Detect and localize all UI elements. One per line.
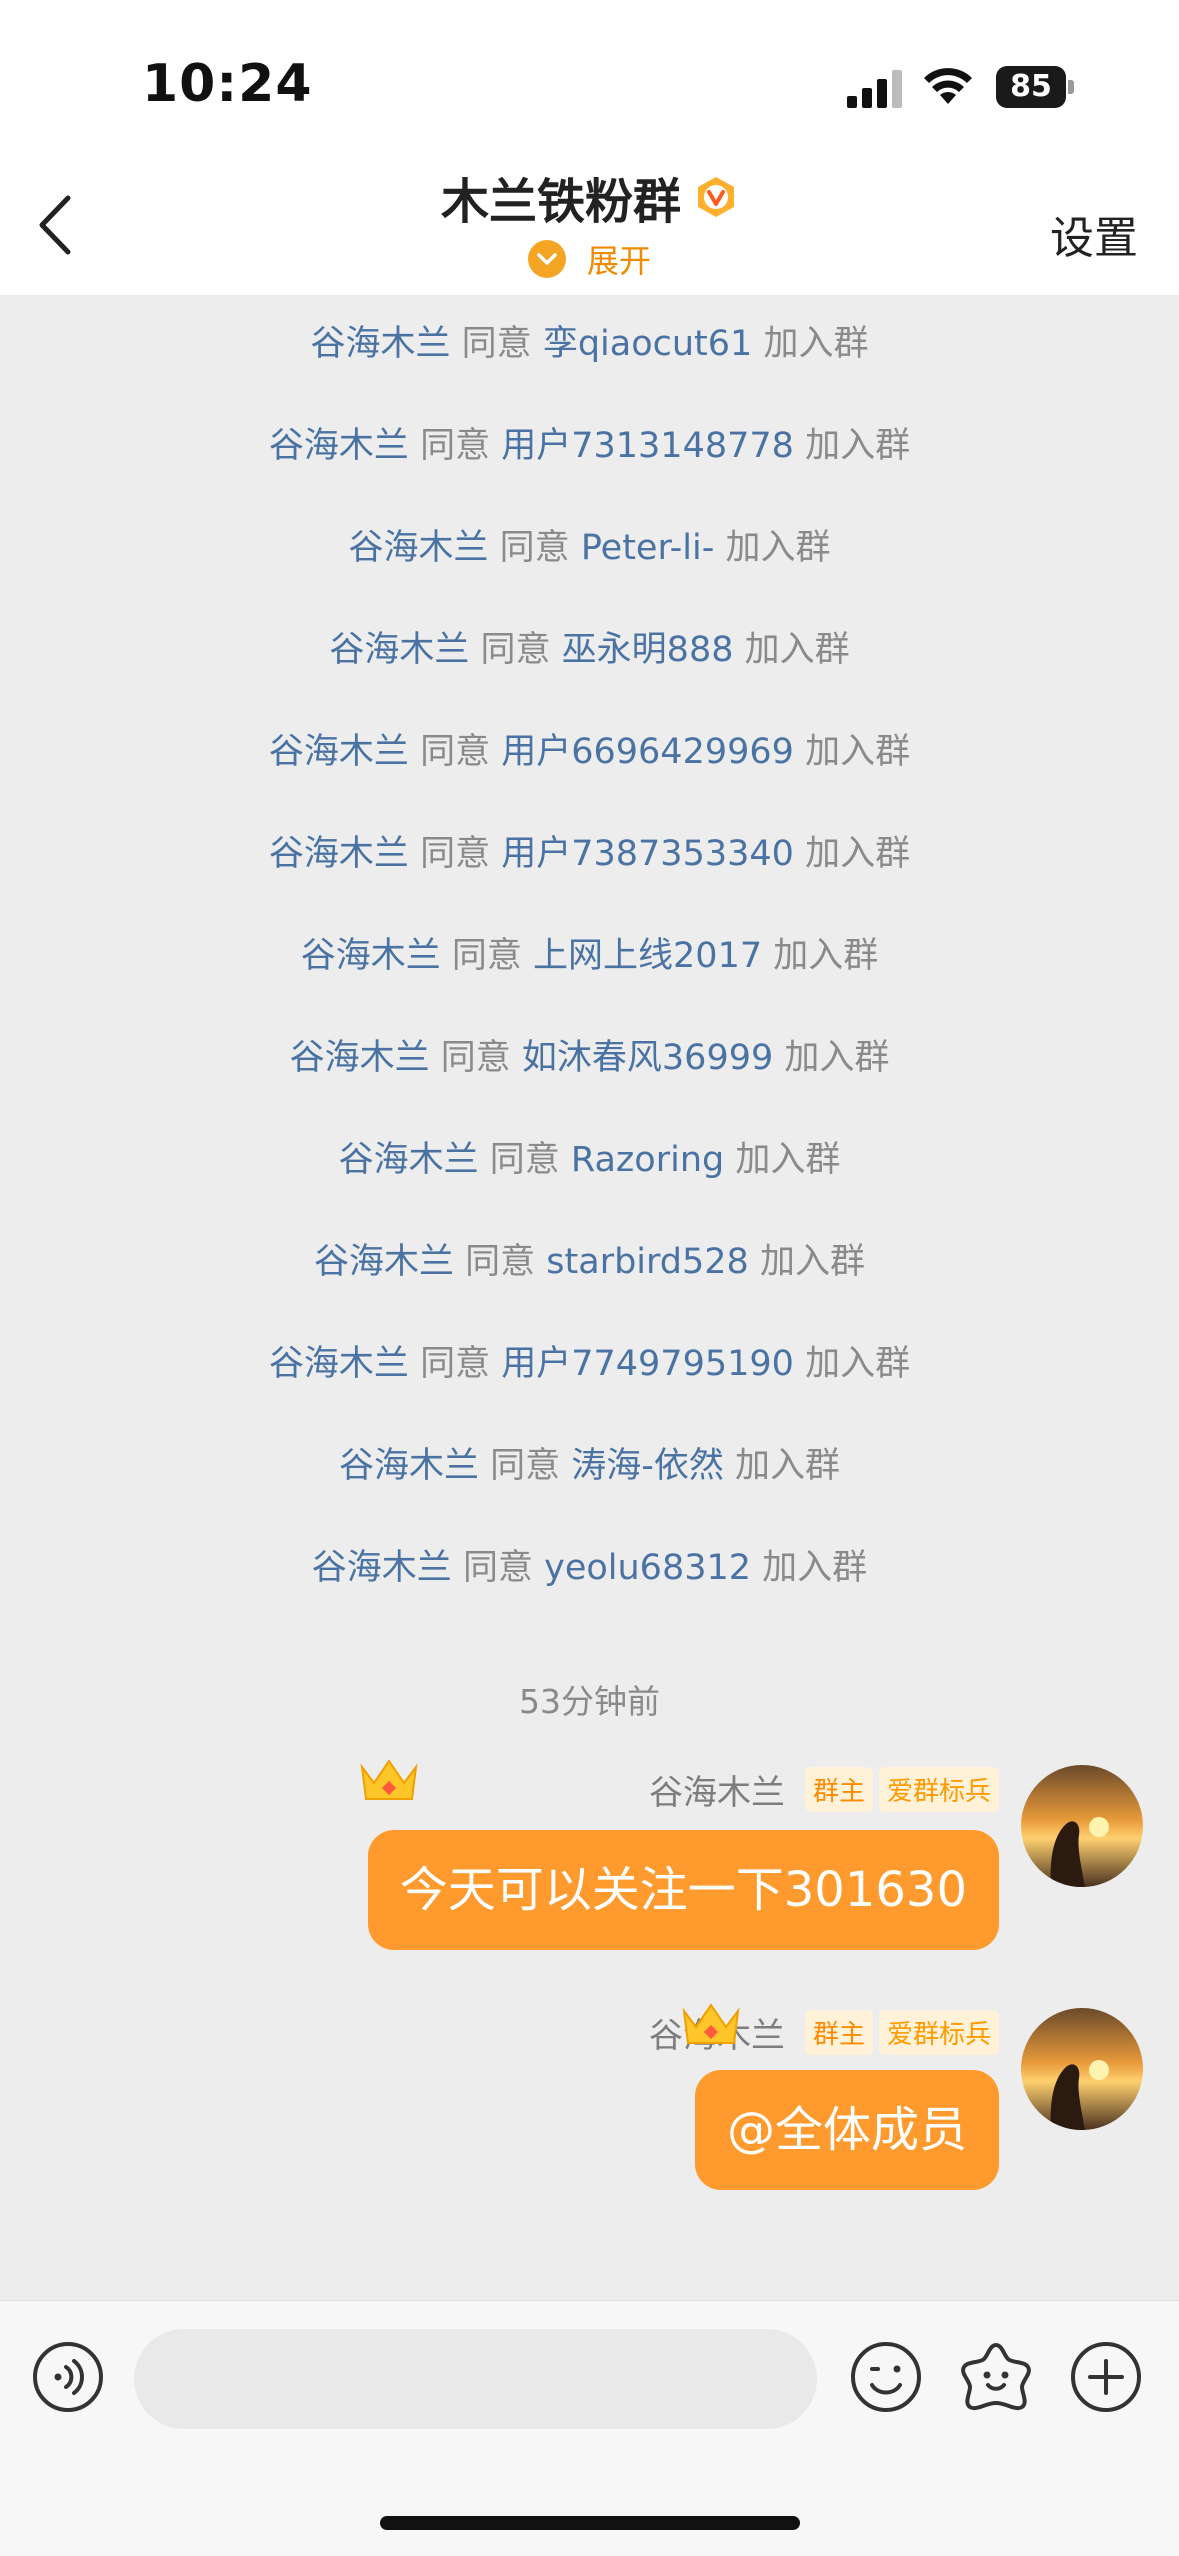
member-link[interactable]: 孪qiaocut61 — [543, 324, 753, 364]
home-indicator[interactable] — [380, 2516, 800, 2530]
actor-link[interactable]: 谷海木兰 — [290, 1038, 430, 1078]
system-message: 谷海木兰 同意 用户7313148778 加入群 — [268, 426, 911, 466]
actor-link[interactable]: 谷海木兰 — [339, 1140, 479, 1180]
message-timestamp: 53分钟前 — [519, 1682, 660, 1721]
expand-toggle[interactable]: 展开 — [0, 236, 1179, 282]
battery-icon: 85 — [996, 66, 1074, 108]
member-link[interactable]: 用户6696429969 — [501, 732, 794, 772]
member-link[interactable]: Razoring — [571, 1140, 724, 1180]
voice-icon[interactable] — [32, 2341, 104, 2413]
member-link[interactable]: starbird528 — [546, 1242, 749, 1282]
owner-badge: 群主 — [804, 2010, 873, 2055]
wifi-icon — [924, 68, 972, 104]
chat-header: 木兰铁粉群 展开 设置 — [0, 150, 1179, 295]
emoji-icon[interactable] — [850, 2341, 922, 2413]
member-link[interactable]: 用户7387353340 — [501, 834, 794, 874]
message-input[interactable] — [134, 2329, 817, 2429]
group-title[interactable]: 木兰铁粉群 — [441, 162, 681, 232]
actor-link[interactable]: 谷海木兰 — [349, 528, 489, 568]
system-message: 谷海木兰 同意 上网上线2017 加入群 — [300, 936, 879, 976]
system-message: 谷海木兰 同意 巫永明888 加入群 — [329, 630, 850, 670]
actor-link[interactable]: 谷海木兰 — [314, 1242, 454, 1282]
system-message: 谷海木兰 同意 Peter-li- 加入群 — [348, 528, 831, 568]
member-link[interactable]: 巫永明888 — [562, 630, 734, 670]
actor-link[interactable]: 谷海木兰 — [329, 630, 469, 670]
message-bubble[interactable]: 今天可以关注一下301630 — [367, 1830, 999, 1950]
actor-link[interactable]: 谷海木兰 — [339, 1446, 479, 1486]
message-meta: 谷海木兰群主爱群标兵 — [649, 1765, 999, 1813]
verified-v-badge-icon — [698, 177, 735, 217]
chat-feed[interactable]: 谷海木兰 同意 孪qiaocut61 加入群 谷海木兰 同意 用户7313148… — [0, 295, 1179, 2300]
system-message: 谷海木兰 同意 用户7749795190 加入群 — [268, 1344, 911, 1384]
member-link[interactable]: yeolu68312 — [544, 1548, 751, 1588]
sticker-icon[interactable] — [958, 2339, 1034, 2415]
actor-link[interactable]: 谷海木兰 — [311, 324, 451, 364]
owner-badge: 群主 — [804, 1767, 873, 1812]
status-bar: 10:24 85 — [0, 0, 1179, 150]
system-message: 谷海木兰 同意 Razoring 加入群 — [338, 1140, 841, 1180]
system-message: 谷海木兰 同意 starbird528 加入群 — [313, 1242, 865, 1282]
expand-label: 展开 — [587, 242, 652, 280]
chat-title-row: 木兰铁粉群 — [0, 162, 1179, 232]
system-message: 谷海木兰 同意 yeolu68312 加入群 — [311, 1548, 868, 1588]
honor-badge: 爱群标兵 — [878, 1767, 999, 1812]
actor-link[interactable]: 谷海木兰 — [269, 732, 409, 772]
plus-icon[interactable] — [1070, 2341, 1142, 2413]
system-message: 谷海木兰 同意 涛海-依然 加入群 — [338, 1446, 841, 1486]
actor-link[interactable]: 谷海木兰 — [269, 834, 409, 874]
crown-icon — [678, 1997, 744, 2053]
actor-link[interactable]: 谷海木兰 — [269, 1344, 409, 1384]
member-link[interactable]: Peter-li- — [581, 528, 715, 568]
battery-level: 85 — [1010, 69, 1052, 104]
clock: 10:24 — [142, 54, 313, 114]
actor-link[interactable]: 谷海木兰 — [269, 426, 409, 466]
actor-link[interactable]: 谷海木兰 — [312, 1548, 452, 1588]
system-message: 谷海木兰 同意 用户7387353340 加入群 — [268, 834, 911, 874]
sender-name[interactable]: 谷海木兰 — [649, 1765, 785, 1814]
cellular-signal-icon — [847, 70, 902, 108]
crown-icon — [356, 1753, 422, 1809]
honor-badge: 爱群标兵 — [878, 2010, 999, 2055]
member-link[interactable]: 上网上线2017 — [533, 936, 762, 976]
settings-button[interactable]: 设置 — [1050, 202, 1138, 266]
member-link[interactable]: 如沐春风36999 — [522, 1038, 773, 1078]
system-message: 谷海木兰 同意 如沐春风36999 加入群 — [289, 1038, 890, 1078]
member-link[interactable]: 用户7313148778 — [501, 426, 794, 466]
actor-link[interactable]: 谷海木兰 — [301, 936, 441, 976]
system-message: 谷海木兰 同意 用户6696429969 加入群 — [268, 732, 911, 772]
member-link[interactable]: 涛海-依然 — [571, 1446, 724, 1486]
member-link[interactable]: 用户7749795190 — [501, 1344, 794, 1384]
message-bubble[interactable]: @全体成员 — [694, 2070, 999, 2190]
chevron-down-icon — [527, 240, 566, 278]
system-message: 谷海木兰 同意 孪qiaocut61 加入群 — [310, 324, 869, 364]
avatar[interactable] — [1021, 1765, 1143, 1887]
avatar[interactable] — [1021, 2008, 1143, 2130]
